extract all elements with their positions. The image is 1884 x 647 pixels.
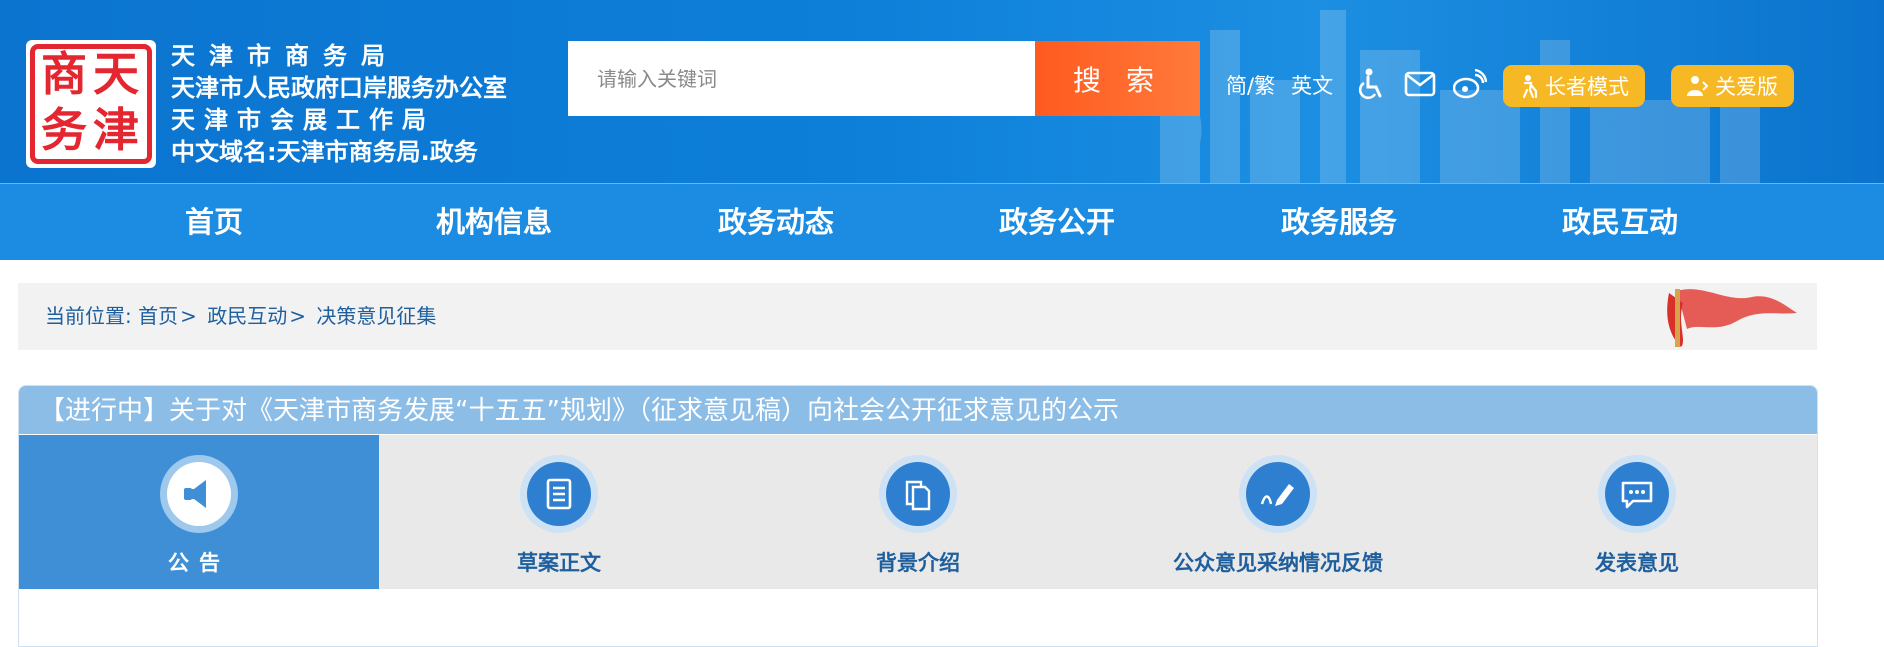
pen-feedback-icon xyxy=(1260,484,1294,506)
files-icon xyxy=(905,480,931,511)
tab-submit-opinion[interactable]: 发表意见 xyxy=(1457,435,1817,589)
tab-label-feedback: 公众意见采纳情况反馈 xyxy=(1173,551,1383,575)
org-name-commerce: 天津市商务局 xyxy=(171,42,399,70)
breadcrumb-public-interaction[interactable]: 政民互动 xyxy=(207,304,287,328)
nav-item-gov-services[interactable]: 政务服务 xyxy=(1259,184,1419,260)
tab-announcement[interactable]: 公告 xyxy=(19,435,379,589)
notice-panel: 【进行中】关于对《天津市商务发展“十五五”规划》（征求意见稿）向社会公开征求意见… xyxy=(18,385,1818,647)
accessibility-icon[interactable] xyxy=(1352,66,1388,102)
nav-item-org-info[interactable]: 机构信息 xyxy=(414,184,574,260)
site-header: 天 津 商 务 天津市商务局 天津市人民政府口岸服务办公室 天津市会展工作局 中… xyxy=(0,0,1884,183)
breadcrumb-separator: > xyxy=(289,304,306,328)
search-box xyxy=(568,41,1035,116)
search-button[interactable]: 搜 索 xyxy=(1035,41,1200,116)
chat-bubble-icon xyxy=(1621,481,1653,509)
elder-mode-label: 长者模式 xyxy=(1545,75,1629,99)
elder-icon xyxy=(1517,74,1539,98)
notice-tabs: 公告 草案正文 背景介绍 公众意见采纳情况反馈 发表意见 xyxy=(19,435,1817,589)
logo-char: 津 xyxy=(93,103,139,157)
care-version-label: 关爱版 xyxy=(1715,75,1778,99)
tab-feedback[interactable]: 公众意见采纳情况反馈 xyxy=(1098,435,1458,589)
breadcrumb: 当前位置: 首页 > 政民互动 > 决策意见征集 xyxy=(45,283,436,350)
top-icon-group xyxy=(1352,66,1502,102)
megaphone-icon xyxy=(184,480,206,508)
breadcrumb-opinion-collection[interactable]: 决策意见征集 xyxy=(316,304,436,328)
care-icon xyxy=(1685,74,1709,98)
weibo-icon[interactable] xyxy=(1452,66,1488,102)
notice-title: 【进行中】关于对《天津市商务发展“十五五”规划》（征求意见稿）向社会公开征求意见… xyxy=(19,386,1817,434)
tab-icon-circle xyxy=(160,455,238,533)
nav-item-gov-disclosure[interactable]: 政务公开 xyxy=(977,184,1137,260)
breadcrumb-bar: 当前位置: 首页 > 政民互动 > 决策意见征集 xyxy=(18,283,1817,350)
tab-label-draft-text: 草案正文 xyxy=(517,551,601,575)
breadcrumb-separator: > xyxy=(180,304,197,328)
elder-mode-button[interactable]: 长者模式 xyxy=(1503,65,1645,107)
language-links: 简/繁 英文 xyxy=(1226,70,1349,100)
main-nav: 首页 机构信息 政务动态 政务公开 政务服务 政民互动 xyxy=(0,183,1884,260)
document-icon xyxy=(546,478,572,510)
org-name-exhibition: 天津市会展工作局 xyxy=(171,106,435,134)
nav-item-gov-news[interactable]: 政务动态 xyxy=(696,184,856,260)
org-name-port-office: 天津市人民政府口岸服务办公室 xyxy=(171,74,507,102)
site-logo[interactable]: 天 津 商 务 xyxy=(26,40,156,168)
nav-item-public-interaction[interactable]: 政民互动 xyxy=(1540,184,1700,260)
org-domain-name: 中文域名:天津市商务局.政务 xyxy=(171,138,478,166)
simplified-traditional-link[interactable]: 简/繁 xyxy=(1226,70,1275,100)
logo-char: 务 xyxy=(41,103,87,157)
breadcrumb-prefix: 当前位置: xyxy=(45,304,132,328)
nav-item-home[interactable]: 首页 xyxy=(134,184,294,260)
tab-background[interactable]: 背景介绍 xyxy=(738,435,1098,589)
breadcrumb-home[interactable]: 首页 xyxy=(138,304,178,328)
english-link[interactable]: 英文 xyxy=(1291,70,1333,100)
org-names: 天津市商务局 天津市人民政府口岸服务办公室 天津市会展工作局 中文域名:天津市商… xyxy=(171,40,507,168)
search-input[interactable] xyxy=(568,41,1017,116)
tab-label-background: 背景介绍 xyxy=(876,551,960,575)
mail-icon[interactable] xyxy=(1402,66,1438,102)
tab-icon-circle xyxy=(1239,455,1317,533)
logo-char: 商 xyxy=(41,47,87,101)
red-flag-decoration xyxy=(1667,289,1797,347)
care-version-button[interactable]: 关爱版 xyxy=(1671,65,1794,107)
tab-icon-circle xyxy=(1598,455,1676,533)
tab-icon-circle xyxy=(520,455,598,533)
tab-label-announcement: 公告 xyxy=(168,551,230,575)
tab-icon-circle xyxy=(879,455,957,533)
tab-label-submit-opinion: 发表意见 xyxy=(1595,551,1679,575)
logo-char: 天 xyxy=(93,47,139,101)
tab-draft-text[interactable]: 草案正文 xyxy=(379,435,739,589)
logo-seal: 天 津 商 务 xyxy=(30,44,152,164)
